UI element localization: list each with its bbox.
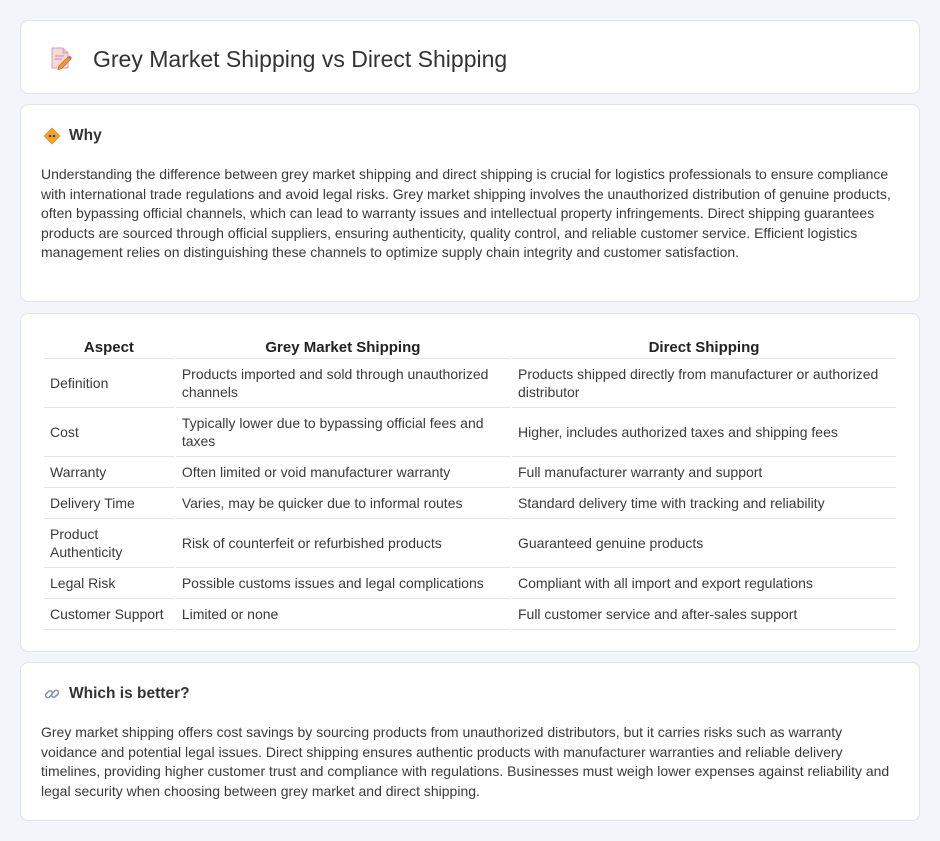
- row-aspect: Product Authenticity: [44, 519, 174, 568]
- why-text: Understanding the difference between gre…: [41, 166, 891, 260]
- row-aspect: Customer Support: [44, 599, 174, 630]
- table-row: Customer Support Limited or none Full cu…: [44, 599, 896, 630]
- table-header-row: Aspect Grey Market Shipping Direct Shipp…: [44, 335, 896, 359]
- row-aspect: Cost: [44, 408, 174, 457]
- comparison-table: Aspect Grey Market Shipping Direct Shipp…: [42, 335, 898, 630]
- table-row: Product Authenticity Risk of counterfeit…: [44, 519, 896, 568]
- better-title: Which is better?: [69, 685, 190, 702]
- link-icon: [43, 685, 61, 703]
- table-row: Definition Products imported and sold th…: [44, 359, 896, 408]
- header-direct: Direct Shipping: [511, 335, 896, 359]
- why-section: Why Understanding the difference between…: [20, 104, 920, 302]
- page-title: Grey Market Shipping vs Direct Shipping: [93, 46, 508, 72]
- header-card: Grey Market Shipping vs Direct Shipping: [20, 20, 920, 94]
- header-aspect: Aspect: [44, 335, 174, 359]
- row-grey-value: Limited or none: [175, 599, 510, 630]
- table-row: Delivery Time Varies, may be quicker due…: [44, 488, 896, 519]
- row-grey-value: Often limited or void manufacturer warra…: [175, 457, 510, 488]
- row-grey-value: Typically lower due to bypassing officia…: [175, 408, 510, 457]
- better-heading: Which is better?: [43, 685, 190, 703]
- row-aspect: Definition: [44, 359, 174, 408]
- comparison-section: Aspect Grey Market Shipping Direct Shipp…: [20, 313, 920, 652]
- header-grey-market: Grey Market Shipping: [175, 335, 510, 359]
- row-aspect: Warranty: [44, 457, 174, 488]
- row-direct-value: Standard delivery time with tracking and…: [511, 488, 896, 519]
- document-pencil-icon: [47, 45, 73, 71]
- row-aspect: Legal Risk: [44, 568, 174, 599]
- row-grey-value: Possible customs issues and legal compli…: [175, 568, 510, 599]
- row-grey-value: Products imported and sold through unaut…: [175, 359, 510, 408]
- which-is-better-section: Which is better? Grey market shipping of…: [20, 662, 920, 821]
- better-text: Grey market shipping offers cost savings…: [41, 724, 890, 799]
- row-direct-value: Compliant with all import and export reg…: [511, 568, 896, 599]
- row-direct-value: Products shipped directly from manufactu…: [511, 359, 896, 408]
- table-row: Warranty Often limited or void manufactu…: [44, 457, 896, 488]
- row-grey-value: Varies, may be quicker due to informal r…: [175, 488, 510, 519]
- table-row: Legal Risk Possible customs issues and l…: [44, 568, 896, 599]
- row-grey-value: Risk of counterfeit or refurbished produ…: [175, 519, 510, 568]
- diamond-sign-icon: [43, 127, 61, 145]
- why-heading: Why: [43, 127, 102, 145]
- row-direct-value: Full customer service and after-sales su…: [511, 599, 896, 630]
- row-direct-value: Guaranteed genuine products: [511, 519, 896, 568]
- row-aspect: Delivery Time: [44, 488, 174, 519]
- row-direct-value: Higher, includes authorized taxes and sh…: [511, 408, 896, 457]
- why-title: Why: [69, 127, 102, 144]
- row-direct-value: Full manufacturer warranty and support: [511, 457, 896, 488]
- table-row: Cost Typically lower due to bypassing of…: [44, 408, 896, 457]
